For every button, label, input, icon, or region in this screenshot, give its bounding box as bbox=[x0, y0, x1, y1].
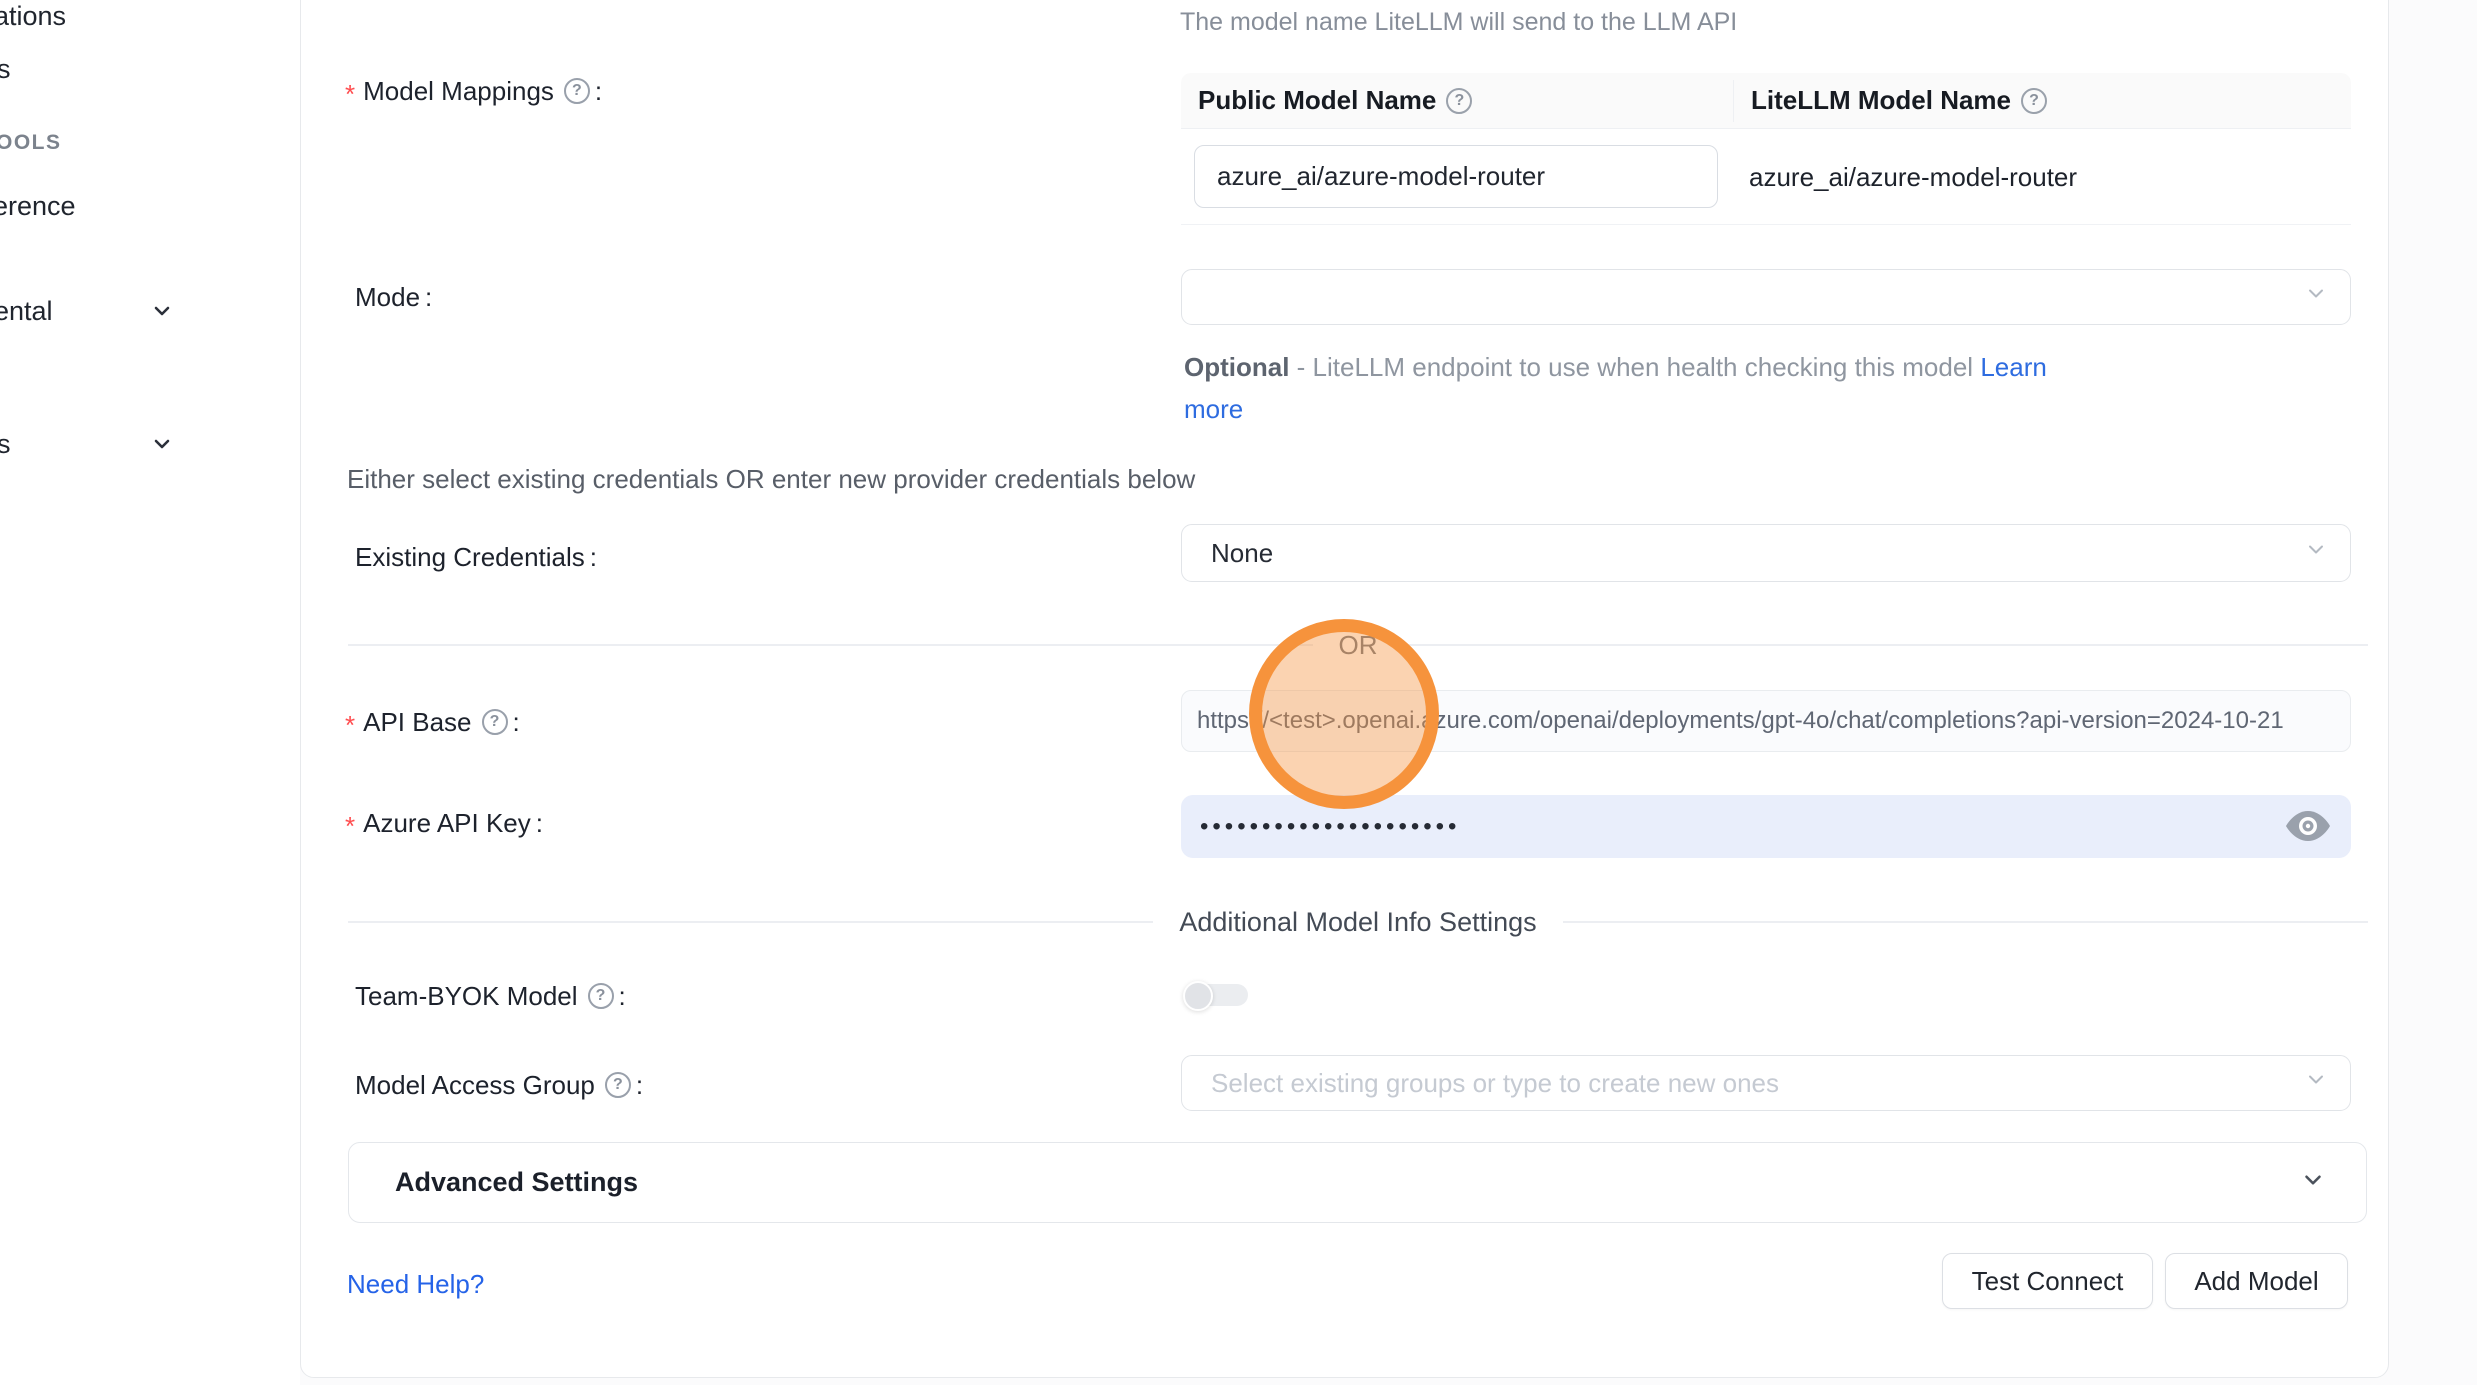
chevron-down-icon bbox=[2300, 1167, 2326, 1198]
required-mark: * bbox=[345, 811, 355, 842]
advanced-settings-header[interactable]: Advanced Settings bbox=[348, 1142, 2367, 1223]
chevron-down-icon bbox=[2304, 538, 2328, 569]
api-base-input[interactable] bbox=[1181, 690, 2351, 752]
eye-icon[interactable] bbox=[2285, 809, 2331, 843]
help-circle-icon[interactable]: ? bbox=[1446, 88, 1472, 114]
table-header-row: Public Model Name ? LiteLLM Model Name ? bbox=[1181, 73, 2351, 129]
required-mark: * bbox=[345, 79, 355, 110]
help-circle-icon[interactable]: ? bbox=[2021, 88, 2047, 114]
credentials-note: Either select existing credentials OR en… bbox=[347, 464, 1195, 495]
litellm-model-name-value: azure_ai/azure-model-router bbox=[1749, 129, 2077, 225]
existing-credentials-label: Existing Credentials: bbox=[355, 540, 597, 574]
azure-api-key-field bbox=[1181, 795, 2351, 858]
chevron-down-icon bbox=[2304, 1068, 2328, 1099]
need-help-link[interactable]: Need Help? bbox=[347, 1269, 484, 1300]
help-circle-icon[interactable]: ? bbox=[564, 78, 590, 104]
mode-select[interactable] bbox=[1181, 269, 2351, 325]
existing-credentials-select[interactable]: None bbox=[1181, 524, 2351, 582]
test-connect-button[interactable]: Test Connect bbox=[1942, 1253, 2153, 1309]
mode-label: Mode: bbox=[355, 280, 432, 314]
required-mark: * bbox=[345, 710, 355, 741]
chevron-down-icon bbox=[2304, 282, 2328, 313]
toggle-knob bbox=[1183, 981, 1213, 1011]
help-circle-icon[interactable]: ? bbox=[588, 983, 614, 1009]
team-byok-toggle[interactable] bbox=[1183, 981, 1253, 1015]
team-byok-label: Team-BYOK Model ? : bbox=[355, 979, 626, 1013]
column-header-litellm-model-name: LiteLLM Model Name ? bbox=[1734, 80, 2351, 122]
api-base-label: * API Base ? : bbox=[345, 705, 520, 739]
azure-api-key-input[interactable] bbox=[1181, 795, 2281, 858]
public-model-name-input[interactable] bbox=[1194, 145, 1718, 208]
model-mappings-table: Public Model Name ? LiteLLM Model Name ?… bbox=[1181, 73, 2351, 225]
help-circle-icon[interactable]: ? bbox=[605, 1072, 631, 1098]
mode-help-text: Optional - LiteLLM endpoint to use when … bbox=[1184, 346, 2194, 430]
additional-settings-divider: Additional Model Info Settings bbox=[348, 908, 2368, 936]
table-row: azure_ai/azure-model-router bbox=[1181, 129, 2351, 225]
model-mappings-label: * Model Mappings ? : bbox=[345, 74, 602, 108]
column-header-public-model-name: Public Model Name ? bbox=[1181, 80, 1734, 122]
azure-api-key-label: * Azure API Key : bbox=[345, 806, 543, 840]
advanced-settings-title: Advanced Settings bbox=[395, 1167, 638, 1198]
model-access-group-label: Model Access Group ? : bbox=[355, 1068, 643, 1102]
or-divider: OR bbox=[348, 631, 2368, 659]
model-name-help-text: The model name LiteLLM will send to the … bbox=[1180, 8, 1737, 37]
help-circle-icon[interactable]: ? bbox=[482, 709, 508, 735]
add-model-button[interactable]: Add Model bbox=[2165, 1253, 2348, 1309]
model-access-group-select[interactable]: Select existing groups or type to create… bbox=[1181, 1055, 2351, 1111]
